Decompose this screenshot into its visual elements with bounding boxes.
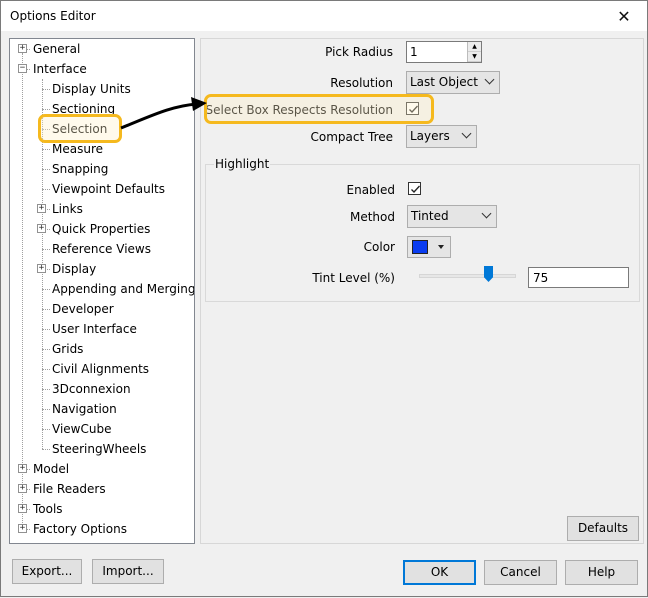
close-button[interactable]: ✕: [601, 1, 647, 31]
tree-item-grids[interactable]: Grids: [50, 339, 85, 359]
tint-level-label: Tint Level (%): [312, 271, 395, 285]
tree-item-civil-alignments[interactable]: Civil Alignments: [50, 359, 151, 379]
pick-radius-value: 1: [410, 45, 418, 59]
resolution-value: Last Object: [410, 75, 478, 89]
enabled-label: Enabled: [346, 183, 396, 197]
tree-item-3dconnexion[interactable]: 3Dconnexion: [50, 379, 133, 399]
export-button[interactable]: Export...: [12, 559, 82, 584]
color-swatch: [412, 240, 428, 254]
compact-tree-value: Layers: [410, 129, 450, 143]
pick-radius-label: Pick Radius: [325, 45, 393, 59]
resolution-select[interactable]: Last Object: [406, 71, 500, 94]
chevron-down-icon: [461, 128, 472, 139]
expand-links-icon[interactable]: +: [37, 204, 46, 213]
expand-tools-icon[interactable]: +: [18, 504, 27, 513]
tree-item-display-units[interactable]: Display Units: [50, 79, 133, 99]
tint-level-input[interactable]: 75: [528, 267, 629, 288]
tree-item-navigation[interactable]: Navigation: [50, 399, 119, 419]
checkmark-icon: [411, 185, 420, 193]
expand-model-icon[interactable]: +: [18, 464, 27, 473]
tree-item-snapping[interactable]: Snapping: [50, 159, 110, 179]
highlight-group-title: Highlight: [214, 157, 271, 171]
tree-item-viewpoint-defaults[interactable]: Viewpoint Defaults: [50, 179, 167, 199]
close-icon: ✕: [617, 6, 631, 26]
expand-display-icon[interactable]: +: [37, 264, 46, 273]
tint-level-slider-track[interactable]: [419, 274, 516, 278]
import-button[interactable]: Import...: [92, 559, 164, 584]
spin-down-icon[interactable]: ▼: [468, 52, 481, 62]
tree-item-user-interface[interactable]: User Interface: [50, 319, 139, 339]
tree-item-links[interactable]: Links: [50, 199, 85, 219]
tree-item-quick-properties[interactable]: Quick Properties: [50, 219, 152, 239]
expand-file-readers-icon[interactable]: +: [18, 484, 27, 493]
tree-item-steeringwheels[interactable]: SteeringWheels: [50, 439, 148, 459]
help-button[interactable]: Help: [565, 560, 638, 585]
expand-quick-properties-icon[interactable]: +: [37, 224, 46, 233]
method-label: Method: [349, 210, 395, 224]
select-box-callout-box: [204, 94, 434, 124]
tree-item-reference-views[interactable]: Reference Views: [50, 239, 153, 259]
compact-tree-select[interactable]: Layers: [406, 125, 477, 148]
compact-tree-label: Compact Tree: [310, 130, 394, 144]
tree-item-tools[interactable]: Tools: [31, 499, 65, 519]
spin-up-icon[interactable]: ▲: [468, 42, 481, 52]
tree-item-developer[interactable]: Developer: [50, 299, 116, 319]
dropdown-arrow-icon: [438, 245, 444, 249]
ok-button[interactable]: OK: [403, 560, 476, 585]
tree-item-interface[interactable]: Interface: [31, 59, 89, 79]
expand-general-icon[interactable]: +: [18, 44, 27, 53]
tint-level-value: 75: [533, 271, 549, 285]
selection-callout-box: [38, 114, 122, 143]
options-editor-window: Options Editor ✕ + General − Interface D…: [0, 0, 648, 597]
tree-item-model[interactable]: Model: [31, 459, 71, 479]
method-select[interactable]: Tinted: [407, 205, 497, 228]
tree-item-factory-options[interactable]: Factory Options: [31, 519, 129, 539]
cancel-button[interactable]: Cancel: [484, 560, 557, 585]
chevron-down-icon: [481, 208, 492, 219]
tree-item-viewcube[interactable]: ViewCube: [50, 419, 113, 439]
title-bar: Options Editor ✕: [1, 1, 647, 31]
collapse-interface-icon[interactable]: −: [18, 64, 27, 73]
tree-item-file-readers[interactable]: File Readers: [31, 479, 108, 499]
expand-factory-options-icon[interactable]: +: [18, 524, 27, 533]
pick-radius-stepper[interactable]: 1 ▲ ▼: [406, 41, 482, 63]
window-title: Options Editor: [10, 9, 96, 23]
color-label: Color: [363, 240, 395, 254]
resolution-label: Resolution: [330, 76, 393, 90]
method-value: Tinted: [411, 209, 449, 223]
chevron-down-icon: [484, 74, 495, 85]
tree-item-appending-and-merging[interactable]: Appending and Merging: [50, 279, 194, 299]
defaults-button[interactable]: Defaults: [567, 516, 639, 541]
tree-item-display[interactable]: Display: [50, 259, 98, 279]
enabled-checkbox[interactable]: [408, 182, 421, 195]
color-picker-button[interactable]: [407, 236, 451, 258]
tree-item-general[interactable]: General: [31, 39, 82, 59]
